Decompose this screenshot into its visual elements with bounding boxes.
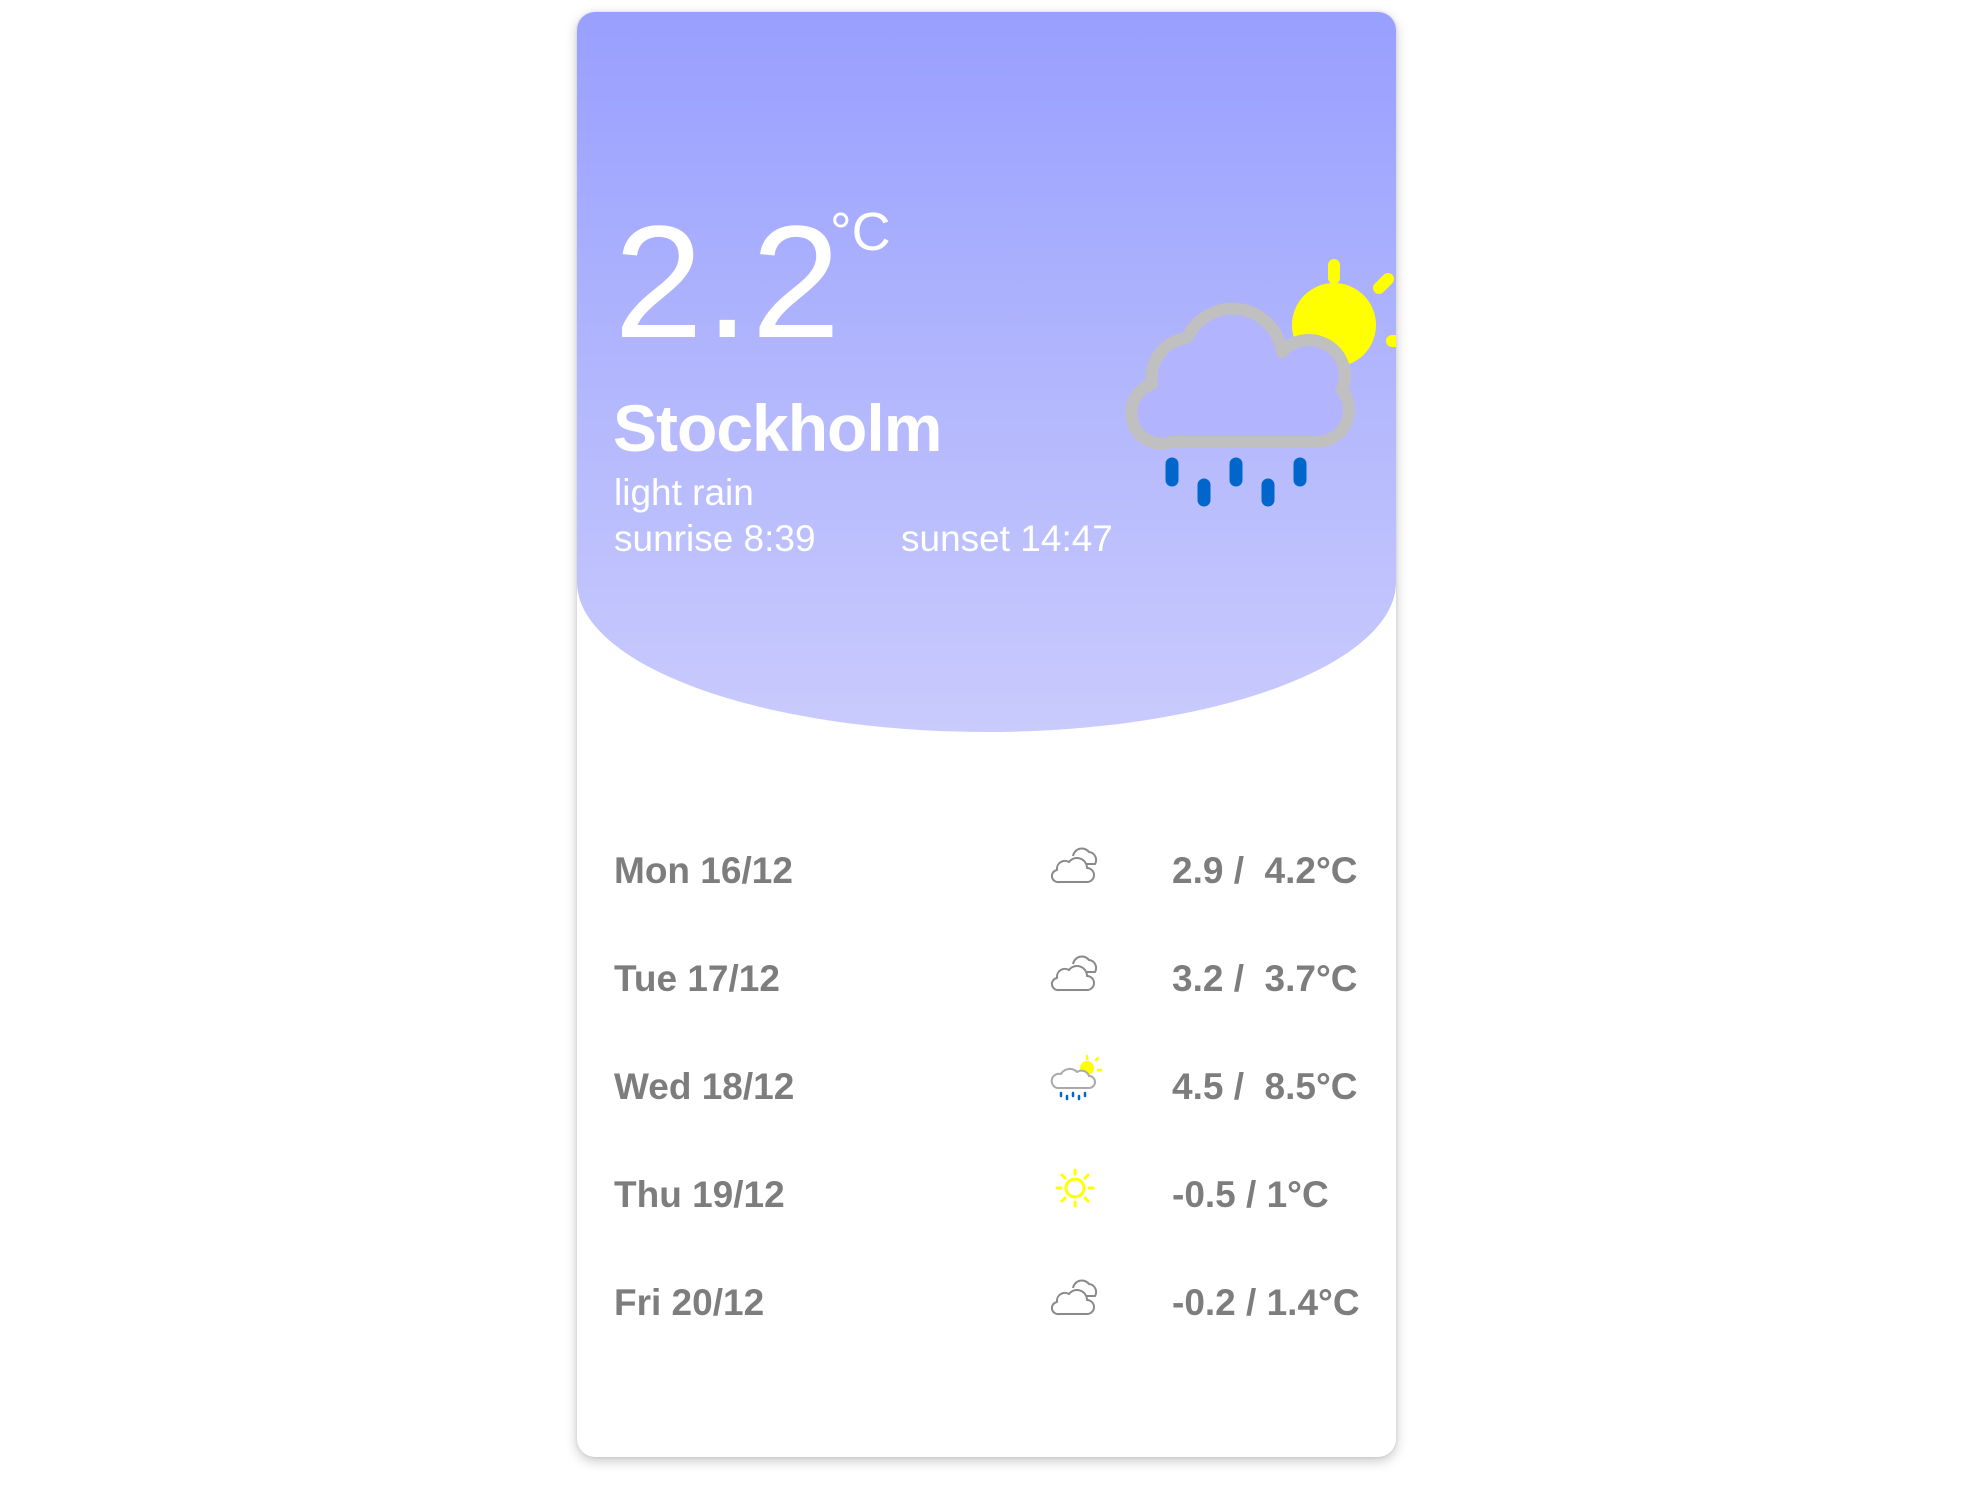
forecast-range: 2.9 / 4.2°C [1172,850,1358,891]
forecast-range: -0.5 / 1°C [1172,1174,1329,1215]
cloud-sun-rain-icon [1125,259,1396,507]
cloudy-icon [1050,1279,1098,1316]
forecast-row: Fri 20/12 -0.2 / 1.4°C [577,1264,1396,1344]
forecast-range: 4.5 / 8.5°C [1172,1066,1358,1107]
forecast-day: Wed 18/12 [614,1066,795,1107]
forecast-day: Tue 17/12 [614,958,780,999]
forecast-day: Thu 19/12 [614,1174,785,1215]
forecast-row: Wed 18/12 4.5 / 8.5°C [577,1048,1396,1128]
forecast-day: Fri 20/12 [614,1282,765,1323]
sunset-time: sunset 14:47 [901,518,1113,559]
weather-card: 2.2 °C Stockholm light rain sunrise 8:39… [577,12,1396,1457]
current-weather-panel: 2.2 °C Stockholm light rain sunrise 8:39… [577,12,1396,732]
sun-icon [1055,1168,1095,1208]
sunrise-time: sunrise 8:39 [614,518,816,559]
forecast-day: Mon 16/12 [614,850,793,891]
forecast-row: Mon 16/12 2.9 / 4.2°C [577,832,1396,912]
forecast-range: 3.2 / 3.7°C [1172,958,1358,999]
cloudy-icon [1050,847,1098,884]
city-name: Stockholm [613,391,942,465]
weather-description: light rain [614,472,754,513]
cloud-sun-rain-icon [1050,1054,1103,1101]
current-temperature: 2.2 [614,192,843,371]
rain-icon [1165,457,1307,507]
cloudy-icon [1050,955,1098,992]
forecast-row: Thu 19/12 -0.5 / 1°C [577,1156,1396,1236]
forecast-row: Tue 17/12 3.2 / 3.7°C [577,940,1396,1020]
forecast-range: -0.2 / 1.4°C [1172,1282,1360,1323]
temperature-unit: °C [830,202,891,262]
